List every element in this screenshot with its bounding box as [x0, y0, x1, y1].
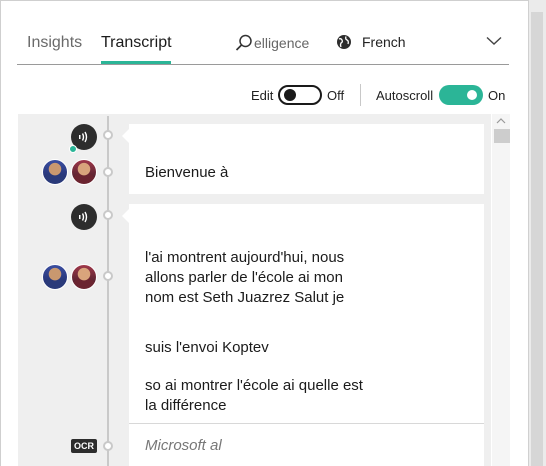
autoscroll-state: On	[488, 88, 506, 103]
transcript-line: l'ai montrent aujourd'hui, nous	[145, 249, 345, 266]
ocr-badge: OCR	[71, 439, 97, 453]
tab-transcript[interactable]: Transcript	[101, 34, 172, 52]
avatar[interactable]	[42, 159, 68, 185]
timeline-node	[103, 271, 113, 281]
search-input[interactable]: elligence	[254, 35, 309, 51]
tab-insights[interactable]: Insights	[27, 34, 82, 52]
globe-icon	[337, 35, 351, 49]
ocr-divider	[129, 423, 484, 424]
window-left-border	[0, 0, 1, 466]
transcript-line: suis l'envoi Koptev	[145, 339, 269, 356]
scroll-up-icon[interactable]	[496, 118, 506, 124]
autoscroll-label: Autoscroll	[376, 88, 434, 103]
avatar[interactable]	[71, 264, 97, 290]
transcript-line: la différence	[145, 397, 227, 414]
search-icon	[235, 34, 252, 51]
scrollbar-track[interactable]	[492, 114, 510, 466]
card-pointer	[122, 129, 129, 143]
window-top-border	[0, 0, 528, 1]
edit-label: Edit	[251, 88, 274, 103]
card-pointer	[122, 209, 129, 223]
search-box[interactable]: elligence	[235, 33, 309, 53]
outer-scrollbar-thumb[interactable]	[531, 12, 543, 466]
status-dot	[69, 145, 77, 153]
transcript-line: nom est Seth Juazrez Salut je	[145, 289, 345, 306]
transcript-card	[129, 124, 484, 194]
avatar[interactable]	[71, 159, 97, 185]
sound-wave-icon	[79, 211, 88, 223]
language-value: French	[362, 34, 406, 50]
autoscroll-toggle[interactable]	[439, 85, 483, 105]
transcript-card	[129, 204, 484, 466]
chevron-down-icon[interactable]	[486, 36, 502, 46]
ocr-text: Microsoft al	[145, 437, 222, 454]
timeline-node	[103, 130, 113, 140]
audio-icon	[71, 204, 97, 230]
timeline-node	[103, 167, 113, 177]
toggle-separator	[360, 84, 361, 106]
timeline-node	[103, 210, 113, 220]
timeline-node	[103, 441, 113, 451]
scrollbar-thumb[interactable]	[494, 129, 510, 143]
transcript-line: so ai montrer l'école ai quelle est	[145, 377, 363, 394]
edit-toggle[interactable]	[278, 85, 322, 105]
edit-state: Off	[327, 88, 345, 103]
sound-wave-icon	[79, 131, 88, 143]
transcript-line: Bienvenue à	[145, 164, 229, 181]
language-select[interactable]: French	[336, 33, 406, 51]
transcript-line: allons parler de l'école ai mon	[145, 269, 343, 286]
avatar[interactable]	[42, 264, 68, 290]
header-divider	[17, 64, 509, 65]
